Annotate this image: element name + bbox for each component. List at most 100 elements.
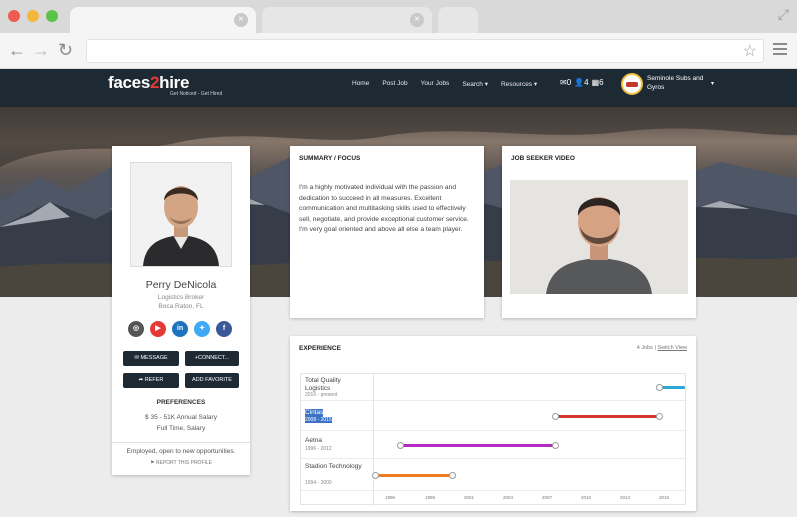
browser-tab-inactive[interactable]: × bbox=[262, 7, 432, 33]
experience-row[interactable]: Total Quality Logistics 2016 - present bbox=[301, 374, 687, 401]
job-dates: 2008 - 2015 bbox=[305, 417, 332, 423]
profile-name: Perry DeNicola bbox=[145, 279, 217, 291]
job-dates: 1996 - 2012 bbox=[305, 446, 332, 452]
experience-card: EXPERIENCE 4 Jobs | Switch View Total Qu… bbox=[290, 336, 696, 511]
timeline-tick: 2010 bbox=[581, 495, 592, 500]
timeline-tick: 2004 bbox=[503, 495, 514, 500]
timeline-tick: 1998 bbox=[425, 495, 436, 500]
job-seeker-video[interactable] bbox=[510, 180, 688, 294]
switch-view-link[interactable]: Switch View bbox=[657, 345, 687, 351]
youtube-icon[interactable]: ▶ bbox=[150, 321, 166, 337]
experience-bar[interactable] bbox=[375, 473, 453, 477]
logo-tagline: Get Noticed - Get Hired bbox=[170, 91, 223, 97]
summary-card: SUMMARY / FOCUS I'm a highly motivated i… bbox=[290, 146, 484, 318]
messages-count-icon[interactable]: ✉0 bbox=[560, 78, 571, 87]
report-profile-link[interactable]: ⚑ REPORT THIS PROFILE bbox=[112, 460, 250, 466]
address-bar[interactable]: ☆ bbox=[86, 39, 764, 63]
summary-heading: SUMMARY / FOCUS bbox=[299, 155, 361, 162]
profile-location: Boca Raton, FL bbox=[158, 303, 204, 310]
experience-bar-endpoint[interactable] bbox=[552, 412, 560, 420]
connect-button[interactable]: +CONNECT... bbox=[185, 351, 239, 366]
profile-title: Logistics Broker bbox=[157, 294, 205, 301]
connections-count-icon[interactable]: 👤4 bbox=[574, 78, 588, 87]
timeline-tick: 1996 bbox=[385, 495, 396, 500]
site-logo[interactable]: faces2hire Get Noticed - Get Hired bbox=[108, 73, 222, 97]
add-favorite-button[interactable]: ADD FAVORITE bbox=[185, 373, 239, 388]
reload-icon[interactable]: ↻ bbox=[58, 41, 73, 59]
experience-bar[interactable] bbox=[400, 443, 556, 447]
job-company: Total Quality Logistics bbox=[305, 377, 341, 392]
twitter-icon[interactable]: ✦ bbox=[194, 321, 210, 337]
nav-resources[interactable]: Resources ▾ bbox=[501, 80, 537, 88]
nav-post-job[interactable]: Post Job bbox=[382, 80, 407, 88]
new-tab-button[interactable] bbox=[438, 7, 478, 33]
timeline-tick: 2016 bbox=[659, 495, 670, 500]
experience-view-toggle: 4 Jobs | Switch View bbox=[636, 345, 687, 351]
nav-home[interactable]: Home bbox=[352, 80, 369, 88]
browser-toolbar: ← → ↻ ☆ bbox=[0, 33, 797, 69]
browser-menu-icon[interactable] bbox=[773, 43, 787, 58]
profile-photo-image bbox=[131, 163, 231, 266]
profile-photo bbox=[130, 162, 232, 267]
user-name[interactable]: Seminole Subs and Gyros bbox=[647, 74, 707, 92]
logo-text-end: hire bbox=[159, 73, 190, 92]
experience-bar[interactable] bbox=[555, 414, 660, 418]
schedule-preference: Full Time, Salary bbox=[156, 425, 206, 432]
message-button[interactable]: ✉ MESSAGE bbox=[123, 351, 179, 366]
nav-your-jobs[interactable]: Your Jobs bbox=[421, 80, 450, 88]
logo-text-number: 2 bbox=[149, 73, 160, 92]
site-navbar: faces2hire Get Noticed - Get Hired Home … bbox=[0, 69, 797, 107]
logo-text: faces bbox=[108, 73, 150, 92]
experience-heading: EXPERIENCE bbox=[299, 345, 341, 352]
experience-bar-endpoint[interactable] bbox=[449, 471, 456, 479]
notification-icons: ✉0 👤4 ▦6 bbox=[560, 78, 604, 87]
timeline-tick: 2013 bbox=[620, 495, 631, 500]
nav-search[interactable]: Search ▾ bbox=[462, 80, 488, 88]
experience-bar-endpoint[interactable] bbox=[655, 412, 663, 420]
user-menu-caret-icon[interactable]: ▾ bbox=[711, 80, 714, 87]
bookmark-star-icon[interactable]: ☆ bbox=[743, 41, 757, 61]
fullscreen-icon[interactable]: ⤢ bbox=[778, 6, 789, 23]
user-avatar[interactable] bbox=[621, 73, 643, 95]
jobs-count-icon[interactable]: ▦6 bbox=[592, 78, 604, 87]
experience-bar-endpoint[interactable] bbox=[655, 383, 663, 391]
profile-card: Perry DeNicola Logistics Broker Boca Rat… bbox=[112, 146, 250, 475]
experience-bar-endpoint[interactable] bbox=[371, 471, 379, 479]
close-tab-icon[interactable]: × bbox=[234, 13, 248, 27]
jobs-count: 4 Jobs bbox=[636, 345, 653, 351]
experience-timeline: Total Quality Logistics 2016 - present C… bbox=[300, 373, 687, 506]
social-links: ◎ ▶ in ✦ f bbox=[128, 321, 232, 337]
experience-bar-endpoint[interactable] bbox=[397, 441, 405, 449]
facebook-icon[interactable]: f bbox=[216, 321, 232, 337]
main-nav: Home Post Job Your Jobs Search ▾ Resourc… bbox=[352, 80, 537, 88]
job-dates: 2016 - present bbox=[305, 392, 338, 398]
preferences-heading: PREFERENCES bbox=[156, 399, 206, 406]
close-window-button[interactable] bbox=[8, 10, 20, 22]
job-company: Aetna bbox=[305, 437, 322, 444]
timeline-tick: 2007 bbox=[542, 495, 553, 500]
experience-row[interactable]: Stadion Technology 1994 - 2000 bbox=[301, 459, 687, 491]
back-icon[interactable]: ← bbox=[8, 41, 26, 59]
maximize-window-button[interactable] bbox=[46, 10, 58, 22]
browser-tab-active[interactable]: × bbox=[70, 7, 256, 33]
job-dates: 1994 - 2000 bbox=[305, 480, 332, 486]
job-company: Cintas bbox=[305, 409, 324, 417]
experience-bar-endpoint[interactable] bbox=[552, 441, 560, 449]
refer-button[interactable]: ➦ REFER bbox=[123, 373, 179, 388]
timeline-tick: 2001 bbox=[464, 495, 475, 500]
video-thumbnail bbox=[510, 180, 688, 294]
forward-icon[interactable]: → bbox=[32, 41, 50, 59]
profile-divider bbox=[112, 442, 250, 443]
job-company: Stadion Technology bbox=[305, 463, 362, 470]
minimize-window-button[interactable] bbox=[27, 10, 39, 22]
linkedin-icon[interactable]: in bbox=[172, 321, 188, 337]
video-heading: JOB SEEKER VIDEO bbox=[511, 155, 575, 162]
browser-tab-strip: × × ⤢ bbox=[0, 0, 797, 33]
video-card: JOB SEEKER VIDEO bbox=[502, 146, 696, 318]
close-tab-icon[interactable]: × bbox=[410, 13, 424, 27]
salary-preference: $ 35 - 51K Annual Salary bbox=[145, 414, 217, 421]
summary-text: I'm a highly motivated individual with t… bbox=[299, 184, 469, 233]
experience-bar[interactable] bbox=[659, 385, 685, 389]
instagram-icon[interactable]: ◎ bbox=[128, 321, 144, 337]
employment-status: Employed, open to new opportunities. bbox=[126, 448, 236, 455]
